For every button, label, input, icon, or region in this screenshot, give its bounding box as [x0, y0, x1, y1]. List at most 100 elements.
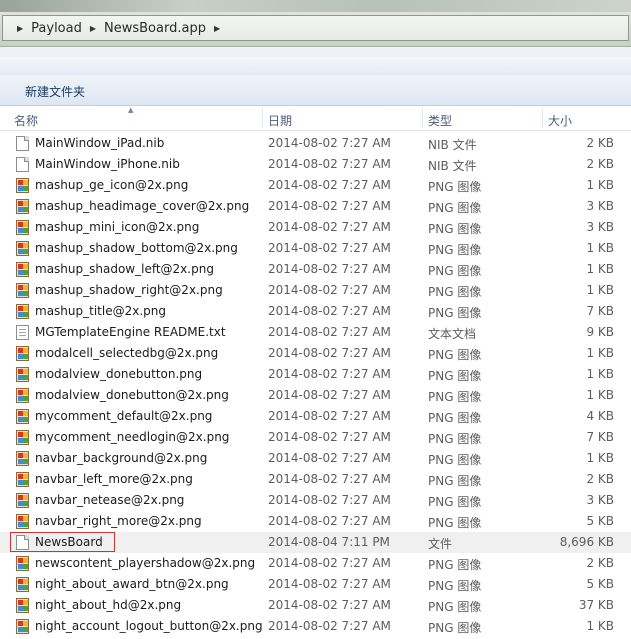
command-bar: 新建文件夹	[0, 75, 631, 106]
column-header-date[interactable]: 日期	[268, 112, 292, 129]
file-date: 2014-08-02 7:27 AM	[268, 178, 391, 192]
breadcrumb-payload[interactable]: Payload	[25, 21, 88, 36]
file-date: 2014-08-02 7:27 AM	[268, 220, 391, 234]
file-type: PNG 图像	[428, 516, 482, 530]
file-type: PNG 图像	[428, 285, 482, 299]
column-resize-handle[interactable]	[422, 108, 423, 128]
file-size: 1 KB	[586, 388, 614, 402]
file-row[interactable]: mycomment_needlogin@2x.png 2014-08-02 7:2…	[0, 427, 631, 448]
file-row[interactable]: navbar_background@2x.png 2014-08-02 7:27 …	[0, 448, 631, 469]
png-image-icon	[16, 283, 29, 298]
file-row[interactable]: navbar_right_more@2x.png 2014-08-02 7:27 …	[0, 511, 631, 532]
file-type: PNG 图像	[428, 453, 482, 467]
file-size: 2 KB	[586, 136, 614, 150]
file-name: navbar_right_more@2x.png	[35, 514, 202, 528]
file-row[interactable]: mashup_ge_icon@2x.png 2014-08-02 7:27 AM P…	[0, 175, 631, 196]
file-date: 2014-08-02 7:27 AM	[268, 514, 391, 528]
file-size: 9 KB	[586, 325, 614, 339]
toolbar-spacer	[0, 47, 631, 57]
file-type: PNG 图像	[428, 264, 482, 278]
new-folder-button[interactable]: 新建文件夹	[19, 82, 91, 101]
file-size: 1 KB	[586, 241, 614, 255]
file-row[interactable]: MainWindow_iPad.nib 2014-08-02 7:27 AM NIB…	[0, 133, 631, 154]
file-name: mycomment_default@2x.png	[35, 409, 213, 423]
chevron-right-icon[interactable]: ▶	[15, 24, 25, 33]
file-date: 2014-08-02 7:27 AM	[268, 430, 391, 444]
png-image-icon	[16, 577, 29, 592]
column-header-type[interactable]: 类型	[428, 112, 452, 129]
png-image-icon	[16, 598, 29, 613]
file-name: mashup_shadow_right@2x.png	[35, 283, 223, 297]
column-resize-handle[interactable]	[542, 108, 543, 128]
file-name: night_about_hd@2x.png	[35, 598, 182, 612]
file-type: PNG 图像	[428, 243, 482, 257]
file-row[interactable]: night_about_award_btn@2x.png 2014-08-02 7…	[0, 574, 631, 595]
file-row[interactable]: modalview_donebutton.png 2014-08-02 7:27 …	[0, 364, 631, 385]
file-date: 2014-08-02 7:27 AM	[268, 199, 391, 213]
png-image-icon	[16, 199, 29, 214]
chevron-right-icon[interactable]: ▶	[212, 24, 222, 33]
file-type: 文本文档	[428, 327, 477, 341]
file-size: 2 KB	[586, 472, 614, 486]
file-row[interactable]: modalview_donebutton@2x.png 2014-08-02 7:…	[0, 385, 631, 406]
file-date: 2014-08-02 7:27 AM	[268, 493, 391, 507]
breadcrumb[interactable]: ▶ Payload ▶ NewsBoard.app ▶	[2, 15, 629, 41]
file-name: mashup_title@2x.png	[35, 304, 166, 318]
file-name: newscontent_playershadow@2x.png	[35, 556, 256, 570]
chevron-right-icon[interactable]: ▶	[88, 24, 98, 33]
file-row[interactable]: mashup_shadow_left@2x.png 2014-08-02 7:27…	[0, 259, 631, 280]
file-row[interactable]: MainWindow_iPhone.nib 2014-08-02 7:27 AM N…	[0, 154, 631, 175]
file-size: 1 KB	[586, 619, 614, 633]
breadcrumb-newsboard-app[interactable]: NewsBoard.app	[98, 21, 212, 36]
column-header-name[interactable]: 名称	[14, 112, 38, 129]
file-row[interactable]: mycomment_default@2x.png 2014-08-02 7:27 …	[0, 406, 631, 427]
file-type: PNG 图像	[428, 369, 482, 383]
file-row[interactable]: night_about_hd@2x.png 2014-08-02 7:27 AM P…	[0, 595, 631, 616]
png-image-icon	[16, 367, 29, 382]
file-date: 2014-08-02 7:27 AM	[268, 619, 391, 633]
file-size: 5 KB	[586, 577, 614, 591]
file-size: 1 KB	[586, 283, 614, 297]
file-date: 2014-08-02 7:27 AM	[268, 157, 391, 171]
file-name: mashup_shadow_bottom@2x.png	[35, 241, 238, 255]
file-row[interactable]: night_account_logout_button@2x.png 2014-0…	[0, 616, 631, 637]
file-row[interactable]: MGTemplateEngine README.txt 2014-08-02 7:…	[0, 322, 631, 343]
file-row[interactable]: mashup_mini_icon@2x.png 2014-08-02 7:27 A…	[0, 217, 631, 238]
png-image-icon	[16, 619, 29, 634]
file-date: 2014-08-02 7:27 AM	[268, 283, 391, 297]
file-size: 1 KB	[586, 262, 614, 276]
file-type: PNG 图像	[428, 411, 482, 425]
file-type: PNG 图像	[428, 348, 482, 362]
file-row[interactable]: mashup_title@2x.png 2014-08-02 7:27 AM PNG…	[0, 301, 631, 322]
window-title-bar	[0, 0, 631, 12]
file-row[interactable]: navbar_netease@2x.png 2014-08-02 7:27 AM P…	[0, 490, 631, 511]
file-name: night_account_logout_button@2x.png	[35, 619, 263, 633]
file-name: MainWindow_iPhone.nib	[35, 157, 180, 171]
file-type: PNG 图像	[428, 621, 482, 635]
file-name: mashup_shadow_left@2x.png	[35, 262, 214, 276]
file-row[interactable]: NewsBoard 2014-08-04 7:11 PM 文件 8,696 KB	[0, 532, 631, 553]
file-date: 2014-08-02 7:27 AM	[268, 598, 391, 612]
png-image-icon	[16, 430, 29, 445]
file-row[interactable]: navbar_left_more@2x.png 2014-08-02 7:27 A…	[0, 469, 631, 490]
column-resize-handle[interactable]	[262, 108, 263, 128]
file-row[interactable]: mashup_headimage_cover@2x.png 2014-08-02 …	[0, 196, 631, 217]
file-name: mashup_headimage_cover@2x.png	[35, 199, 250, 213]
png-image-icon	[16, 472, 29, 487]
png-image-icon	[16, 262, 29, 277]
file-size: 1 KB	[586, 346, 614, 360]
file-size: 8,696 KB	[559, 535, 614, 549]
file-type: PNG 图像	[428, 180, 482, 194]
file-type: 文件	[428, 537, 453, 551]
file-size: 3 KB	[586, 199, 614, 213]
file-row[interactable]: mashup_shadow_right@2x.png 2014-08-02 7:2…	[0, 280, 631, 301]
file-row[interactable]: modalcell_selectedbg@2x.png 2014-08-02 7:…	[0, 343, 631, 364]
file-name: mycomment_needlogin@2x.png	[35, 430, 230, 444]
column-header-size[interactable]: 大小	[548, 112, 572, 129]
file-type: PNG 图像	[428, 474, 482, 488]
png-image-icon	[16, 451, 29, 466]
file-row[interactable]: newscontent_playershadow@2x.png 2014-08-0…	[0, 553, 631, 574]
file-name: MGTemplateEngine README.txt	[35, 325, 226, 339]
file-row[interactable]: mashup_shadow_bottom@2x.png 2014-08-02 7:…	[0, 238, 631, 259]
file-name: MainWindow_iPad.nib	[35, 136, 165, 150]
